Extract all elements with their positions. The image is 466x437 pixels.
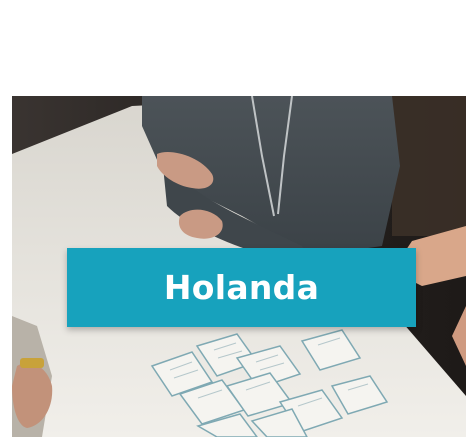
country-title-banner[interactable]: Holanda [67, 248, 416, 327]
country-card[interactable]: Holanda [0, 0, 466, 437]
country-title: Holanda [163, 268, 320, 307]
